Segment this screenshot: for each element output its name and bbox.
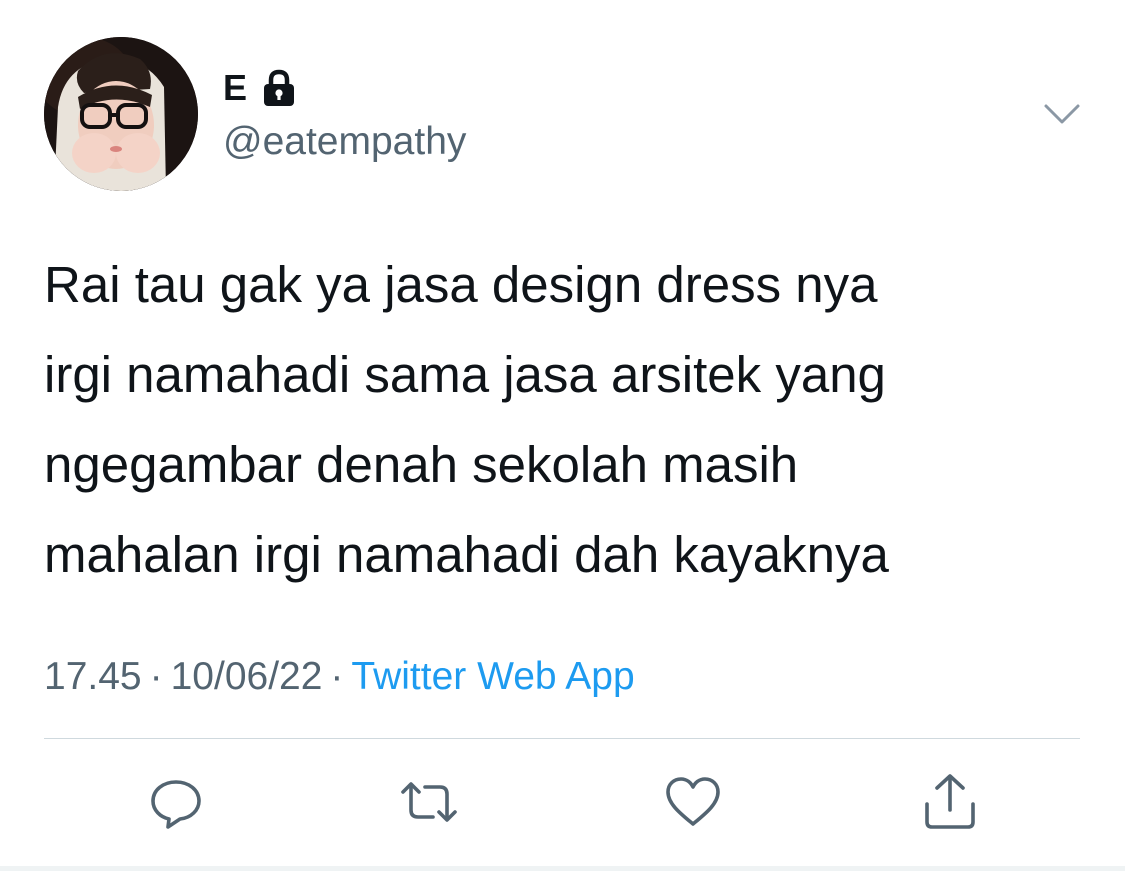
tweet-text-line: ngegambar denah sekolah masih [44,436,799,493]
display-name[interactable]: E [223,66,247,110]
avatar-image [44,37,198,191]
share-icon [925,774,975,829]
lock-icon [259,68,299,108]
tweet-time: 17.45 [44,655,142,698]
meta-separator: · [149,655,163,698]
chevron-down-icon[interactable] [1040,96,1084,132]
tweet-text: Rai tau gak ya jasa design dress nya irg… [44,240,1084,600]
tweet-text-line: mahalan irgi namahadi dah kayaknya [44,526,889,583]
author-name-row: E [223,66,299,110]
divider [44,738,1080,739]
share-button[interactable] [918,770,982,834]
retweet-icon [401,782,457,822]
reply-button[interactable] [144,770,208,834]
tweet-metadata: 17.45 · 10/06/22 · Twitter Web App [44,650,635,704]
author-handle[interactable]: @eatempathy [223,117,466,167]
avatar[interactable] [44,37,198,191]
bottom-divider [0,866,1125,871]
tweet-source-link[interactable]: Twitter Web App [351,655,634,698]
tweet-text-line: irgi namahadi sama jasa arsitek yang [44,346,886,403]
reply-icon [151,780,201,829]
heart-icon [666,777,720,826]
tweet-card: E @eatempathy Rai tau gak ya jasa design… [0,0,1125,871]
tweet-text-line: Rai tau gak ya jasa design dress nya [44,256,878,313]
like-button[interactable] [661,770,725,834]
retweet-button[interactable] [397,770,461,834]
tweet-date: 10/06/22 [170,655,323,698]
meta-separator: · [330,655,344,698]
